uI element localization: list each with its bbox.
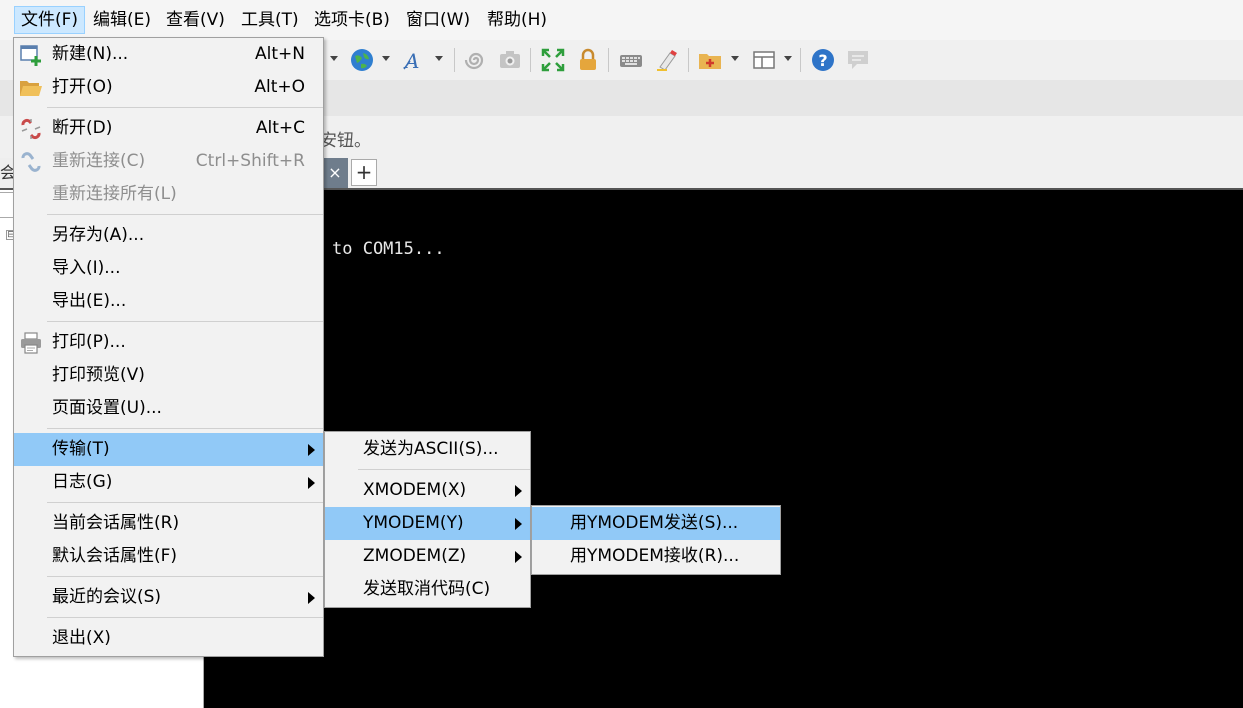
transfer-submenu: 发送为ASCII(S)... XMODEM(X) YMODEM(Y) ZMODE… (324, 431, 531, 608)
printer-icon (19, 331, 43, 355)
menubar: 文件(F) 编辑(E) 查看(V) 工具(T) 选项卡(B) 窗口(W) 帮助(… (0, 0, 1243, 40)
menu-item-send-ascii[interactable]: 发送为ASCII(S)... (325, 433, 530, 466)
menu-item-zmodem[interactable]: ZMODEM(Z) (325, 540, 530, 573)
menu-item-exit[interactable]: 退出(X) (14, 622, 323, 655)
menu-edit[interactable]: 编辑(E) (87, 6, 157, 34)
toolbar-separator (454, 48, 455, 72)
toolbar-separator (800, 48, 801, 72)
svg-text:A: A (403, 49, 419, 73)
terminal-output-line: to COM15... (332, 239, 445, 259)
toolbar-separator (608, 48, 609, 72)
spiral-icon[interactable] (463, 47, 489, 73)
menu-item-print[interactable]: 打印(P)... (14, 326, 323, 359)
menu-item-page-setup[interactable]: 页面设置(U)... (14, 392, 323, 425)
menu-item-reconnect-all[interactable]: 重新连接所有(L) (14, 178, 323, 211)
menu-separator (47, 214, 323, 215)
submenu-arrow-icon (308, 592, 315, 604)
toolbar-separator (688, 48, 689, 72)
chat-icon[interactable] (845, 47, 871, 73)
new-session-icon (19, 43, 43, 67)
submenu-arrow-icon (308, 477, 315, 489)
menu-separator (47, 428, 323, 429)
menu-item-ymodem-send[interactable]: 用YMODEM发送(S)... (532, 507, 780, 540)
menu-item-send-cancel-code[interactable]: 发送取消代码(C) (325, 573, 530, 606)
menu-separator (47, 576, 323, 577)
menu-item-default-session-props[interactable]: 默认会话属性(F) (14, 540, 323, 573)
disconnect-icon (19, 117, 43, 141)
menu-separator (47, 321, 323, 322)
lock-icon[interactable] (575, 47, 601, 73)
dropdown-arrow-icon[interactable] (731, 56, 739, 61)
menu-item-new[interactable]: 新建(N)... Alt+N (14, 38, 323, 71)
menu-item-reconnect[interactable]: 重新连接(C) Ctrl+Shift+R (14, 145, 323, 178)
menu-item-print-preview[interactable]: 打印预览(V) (14, 359, 323, 392)
fullscreen-icon[interactable] (540, 47, 566, 73)
menu-item-save-as[interactable]: 另存为(A)... (14, 219, 323, 252)
menu-item-log[interactable]: 日志(G) (14, 466, 323, 499)
dropdown-arrow-icon[interactable] (382, 56, 390, 61)
highlight-icon[interactable] (654, 47, 680, 73)
session-filter-input[interactable] (0, 192, 14, 218)
menu-view[interactable]: 查看(V) (160, 6, 231, 34)
toolbar-separator (530, 48, 531, 72)
font-icon[interactable]: A (402, 47, 428, 73)
submenu-arrow-icon (515, 551, 522, 563)
dropdown-arrow-icon[interactable] (784, 56, 792, 61)
file-menu: 新建(N)... Alt+N 打开(O) Alt+O 断开(D) Alt+C 重… (13, 37, 324, 657)
menu-tabs[interactable]: 选项卡(B) (308, 6, 396, 34)
layout-icon[interactable] (751, 47, 777, 73)
camera-icon[interactable] (497, 47, 523, 73)
ymodem-submenu: 用YMODEM发送(S)... 用YMODEM接收(R)... (531, 505, 781, 575)
menu-tools[interactable]: 工具(T) (235, 6, 305, 34)
submenu-arrow-icon (308, 444, 315, 456)
menu-item-transfer[interactable]: 传输(T) (14, 433, 323, 466)
menu-item-recent-sessions[interactable]: 最近的会议(S) (14, 581, 323, 614)
menu-window[interactable]: 窗口(W) (400, 6, 476, 34)
dropdown-arrow-icon[interactable] (435, 56, 443, 61)
menu-item-xmodem[interactable]: XMODEM(X) (325, 474, 530, 507)
globe-icon[interactable] (349, 47, 375, 73)
menu-item-current-session-props[interactable]: 当前会话属性(R) (14, 507, 323, 540)
menu-item-open[interactable]: 打开(O) Alt+O (14, 71, 323, 104)
menu-item-export[interactable]: 导出(E)... (14, 285, 323, 318)
submenu-arrow-icon (515, 518, 522, 530)
menu-help[interactable]: 帮助(H) (481, 6, 553, 34)
menu-separator (358, 469, 530, 470)
keyboard-icon[interactable] (618, 47, 644, 73)
help-icon[interactable]: ? (810, 47, 836, 73)
menu-item-ymodem-receive[interactable]: 用YMODEM接收(R)... (532, 540, 780, 573)
menu-separator (47, 107, 323, 108)
new-tab-button[interactable]: + (351, 159, 377, 186)
reconnect-icon (19, 150, 43, 174)
new-folder-icon[interactable] (697, 47, 723, 73)
folder-open-icon (19, 76, 43, 100)
menu-item-ymodem[interactable]: YMODEM(Y) (325, 507, 530, 540)
menu-file[interactable]: 文件(F) (14, 6, 86, 34)
svg-text:?: ? (818, 51, 827, 70)
menu-separator (47, 502, 323, 503)
menu-item-import[interactable]: 导入(I)... (14, 252, 323, 285)
button-bar-hint: 安钮。 (320, 131, 371, 151)
tab-close-icon[interactable]: × (326, 160, 344, 186)
menu-separator (47, 617, 323, 618)
session-manager-header: 会 (0, 158, 16, 188)
submenu-arrow-icon (515, 485, 522, 497)
menu-item-disconnect[interactable]: 断开(D) Alt+C (14, 112, 323, 145)
dropdown-arrow-icon[interactable] (330, 56, 338, 61)
